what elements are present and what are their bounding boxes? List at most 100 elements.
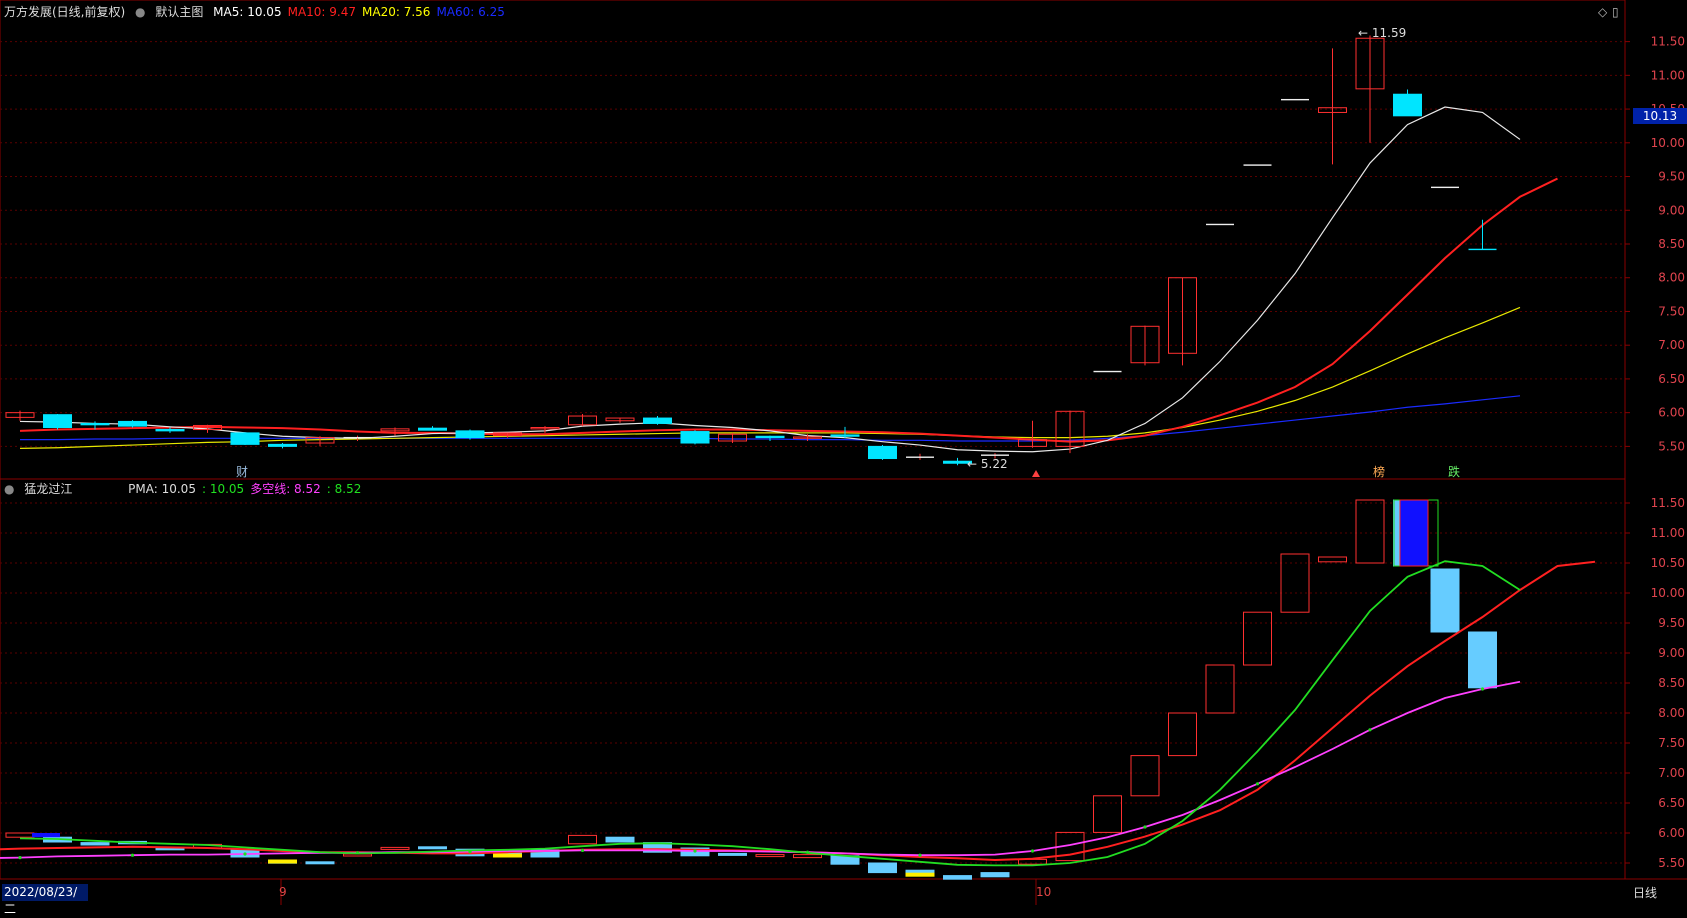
indicator-box-blue — [1399, 499, 1429, 567]
duokong-dot — [1368, 728, 1372, 732]
sub-ma10-line — [0, 560, 1596, 862]
candle-body — [155, 429, 185, 432]
indicator-box — [1205, 664, 1235, 714]
chart-stage: 5.50 6.00 6.50 7.00 7.50 8.00 8.50 9.00 9.50 10.0… — [0, 0, 1687, 916]
sub-legend-item: PMA: 10.05 — [128, 482, 196, 496]
sub-legend: PMA: 10.05: 10.05 多空线: 8.52: 8.52 — [128, 482, 367, 496]
main-y-tick-label: 6.50 — [1658, 372, 1685, 386]
candle-body — [118, 420, 147, 427]
main-chart-dropdown-icon[interactable]: ● — [135, 5, 145, 19]
candle-body — [981, 454, 1009, 456]
indicator-box-yellow — [493, 853, 522, 858]
ma-legend-item: MA20: 7.56 — [362, 5, 431, 19]
up-arrow-marker — [1032, 470, 1040, 477]
sub-y-tick-label: 9.00 — [1658, 646, 1685, 660]
candle-body — [906, 456, 934, 458]
indicator-box — [1093, 795, 1122, 833]
sub-y-tick-label: 8.00 — [1658, 706, 1685, 720]
candle-body — [868, 445, 897, 460]
candle-body — [1431, 186, 1459, 189]
stock-title[interactable]: 万方发展(日线,前复权) — [4, 5, 125, 19]
current-price-tag: 10.13 — [1633, 108, 1687, 124]
indicator-box — [1018, 858, 1047, 865]
event-marker-die: 跌 — [1448, 464, 1460, 479]
chart-canvas[interactable]: 5.50 6.00 6.50 7.00 7.50 8.00 8.50 9.00 9.50 10.0… — [0, 0, 1687, 905]
indicator-box — [80, 842, 110, 846]
main-y-tick-label: 5.50 — [1658, 439, 1685, 453]
duokong-dot — [243, 852, 247, 856]
main-y-tick-label: 8.00 — [1658, 271, 1685, 285]
indicator-box-yellow — [905, 872, 935, 877]
sub-legend-item: : 10.05 — [201, 482, 245, 496]
indicator-box — [605, 836, 635, 843]
main-chart-label[interactable]: 默认主图 — [155, 5, 203, 19]
sub-y-tick-label: 6.00 — [1658, 826, 1685, 840]
main-y-tick-label: 11.00 — [1651, 68, 1685, 82]
candle-body — [1243, 164, 1272, 166]
date-label: 2022/08/23/二 — [2, 884, 88, 916]
main-y-tick-label: 6.00 — [1658, 406, 1685, 420]
sub-y-tick-label: 10.00 — [1651, 586, 1685, 600]
duokong-dot — [1030, 849, 1035, 853]
candle-body — [343, 436, 372, 439]
candle-body — [755, 435, 785, 439]
event-marker-cai: 财 — [236, 465, 248, 479]
duokong-dot — [468, 850, 472, 854]
indicator-box — [755, 854, 785, 858]
indicator-box — [1243, 611, 1272, 666]
candle-body — [680, 431, 710, 444]
indicator-box — [380, 846, 410, 850]
candle-body — [80, 422, 110, 426]
indicator-box — [1130, 755, 1160, 797]
sub-y-tick-label: 9.50 — [1658, 616, 1685, 630]
indicator-box — [5, 832, 35, 838]
main-y-tick-label: 7.50 — [1658, 304, 1685, 318]
indicator-box — [1168, 712, 1197, 757]
duokong-dot — [355, 851, 360, 855]
sub-chart-header: ● 猛龙过江 PMA: 10.05: 10.05 多空线: 8.52: 8.52 — [4, 482, 373, 496]
main-y-tick-label: 8.50 — [1658, 237, 1685, 251]
indicator-box — [568, 834, 597, 845]
main-y-tick-label: 9.00 — [1658, 203, 1685, 217]
ma-legend-item: MA5: 10.05 — [213, 5, 282, 19]
duokong-dot — [918, 853, 922, 857]
sub-y-tick-label: 10.50 — [1651, 556, 1685, 570]
duokong-dot — [1255, 782, 1260, 786]
sub-y-tick-label: 5.50 — [1658, 856, 1685, 870]
duokong-dot — [1480, 687, 1485, 691]
ma-legend: MA5: 10.05 MA10: 9.47 MA20: 7.56 MA60: 6.25 — [213, 5, 511, 19]
indicator-box — [943, 875, 972, 880]
sub-chart-title[interactable]: 猛龙过江 — [24, 482, 72, 496]
indicator-box — [305, 861, 335, 865]
main-panel-frame — [0, 0, 1626, 480]
indicator-box — [868, 862, 897, 874]
duokong-dot — [693, 849, 697, 853]
diamond-icon[interactable]: ◇ — [1598, 5, 1607, 19]
sub-y-tick-label: 6.50 — [1658, 796, 1685, 810]
main-chart-header: 万方发展(日线,前复权) ● 默认主图 MA5: 10.05 MA10: 9.47… — [4, 5, 517, 19]
indicator-box-yellow — [268, 859, 297, 864]
sub-y-tick-label: 11.50 — [1651, 496, 1685, 510]
main-y-tick-label: 7.00 — [1658, 338, 1685, 352]
indicator-box — [1355, 499, 1385, 564]
candle-body — [1393, 93, 1422, 117]
candle-body — [1468, 248, 1497, 251]
sub-legend-item: 多空线: 8.52 — [250, 482, 321, 496]
main-y-tick-label: 9.50 — [1658, 170, 1685, 184]
indicator-box-blue — [32, 833, 60, 838]
candle-body — [1093, 370, 1122, 373]
duokong-dot — [18, 856, 22, 860]
sub-y-tick-label: 11.00 — [1651, 526, 1685, 540]
main-y-tick-label: 11.50 — [1651, 35, 1685, 49]
month-label-10: 10 — [1036, 885, 1052, 899]
candle-body — [643, 417, 672, 424]
month-label-9: 9 — [279, 885, 287, 899]
indicator-box — [905, 869, 935, 874]
ma-legend-item: MA10: 9.47 — [287, 5, 357, 19]
expand-icon[interactable]: ▯ — [1612, 5, 1619, 19]
candle-body — [1206, 223, 1234, 226]
main-y-tick-label: 10.00 — [1651, 136, 1685, 150]
period-tab[interactable]: 日线 — [1633, 884, 1657, 901]
sub-panel-frame — [0, 478, 1626, 880]
sub-chart-dropdown-icon[interactable]: ● — [4, 482, 14, 496]
